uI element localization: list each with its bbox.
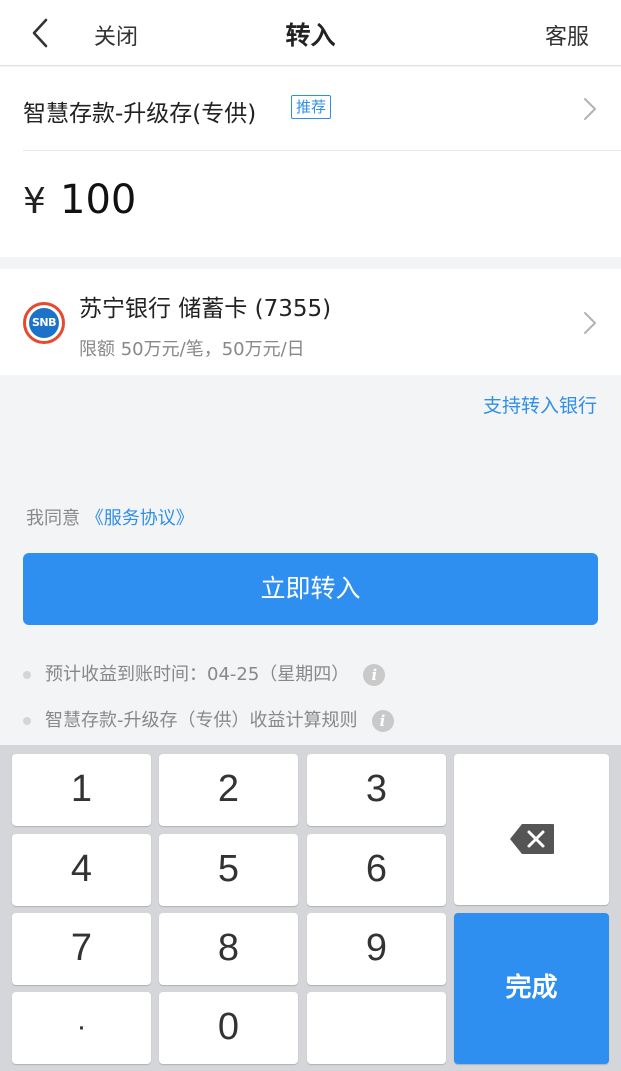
chevron-right-icon xyxy=(584,312,596,334)
currency-symbol: ¥ xyxy=(23,181,46,222)
bank-logo-icon: SNB xyxy=(23,302,65,344)
key-4[interactable]: 4 xyxy=(12,834,151,906)
bank-limit: 限额 50万元/笔，50万元/日 xyxy=(79,339,305,360)
amount-value: 100 xyxy=(60,177,137,223)
agreement-prefix: 我同意 xyxy=(26,508,86,529)
delete-key[interactable] xyxy=(454,754,609,905)
product-selector[interactable]: 智慧存款-升级存(专供) 推荐 xyxy=(0,67,621,151)
info-icon[interactable]: i xyxy=(371,710,394,732)
key-empty xyxy=(307,992,446,1064)
recommend-badge: 推荐 xyxy=(291,95,332,119)
backspace-icon xyxy=(510,824,554,854)
bullet-dot xyxy=(23,671,31,679)
bank-card-name: 苏宁银行 储蓄卡 (7355) xyxy=(79,296,332,322)
amount-input[interactable]: ¥ 100 xyxy=(0,151,621,257)
key-0[interactable]: 0 xyxy=(159,992,298,1064)
transfer-in-button[interactable]: 立即转入 xyxy=(23,553,598,625)
info-icon[interactable]: i xyxy=(363,664,386,686)
note-text: 预计收益到账时间：04-25（星期四） xyxy=(45,664,350,685)
numeric-keypad: 1 2 3 4 5 6 7 8 9 · 0 完成 xyxy=(0,745,621,1071)
key-5[interactable]: 5 xyxy=(159,834,298,906)
note-text: 智慧存款-升级存（专供）收益计算规则 xyxy=(45,710,358,731)
customer-service-button[interactable]: 客服 xyxy=(545,19,589,51)
nav-bar: 关闭 转入 客服 xyxy=(0,0,621,66)
bullet-dot xyxy=(23,717,31,725)
key-8[interactable]: 8 xyxy=(159,913,298,985)
bank-logo-text: SNB xyxy=(29,308,59,338)
key-6[interactable]: 6 xyxy=(307,834,446,906)
key-3[interactable]: 3 xyxy=(307,754,446,826)
key-2[interactable]: 2 xyxy=(159,754,298,826)
note-item: 智慧存款-升级存（专供）收益计算规则 i xyxy=(23,706,394,732)
service-agreement-link[interactable]: 《服务协议》 xyxy=(86,508,194,529)
key-dot[interactable]: · xyxy=(12,992,151,1064)
note-item: 预计收益到账时间：04-25（星期四） i xyxy=(23,660,386,686)
key-9[interactable]: 9 xyxy=(307,913,446,985)
supported-banks-link[interactable]: 支持转入银行 xyxy=(483,391,597,418)
chevron-right-icon xyxy=(584,98,596,120)
key-1[interactable]: 1 xyxy=(12,754,151,826)
page-title: 转入 xyxy=(285,21,336,50)
agreement-text: 我同意 《服务协议》 xyxy=(26,504,194,530)
product-name: 智慧存款-升级存(专供) xyxy=(23,101,257,127)
done-key[interactable]: 完成 xyxy=(454,913,609,1064)
bank-card-selector[interactable]: SNB 苏宁银行 储蓄卡 (7355) 限额 50万元/笔，50万元/日 xyxy=(0,269,621,375)
key-7[interactable]: 7 xyxy=(12,913,151,985)
